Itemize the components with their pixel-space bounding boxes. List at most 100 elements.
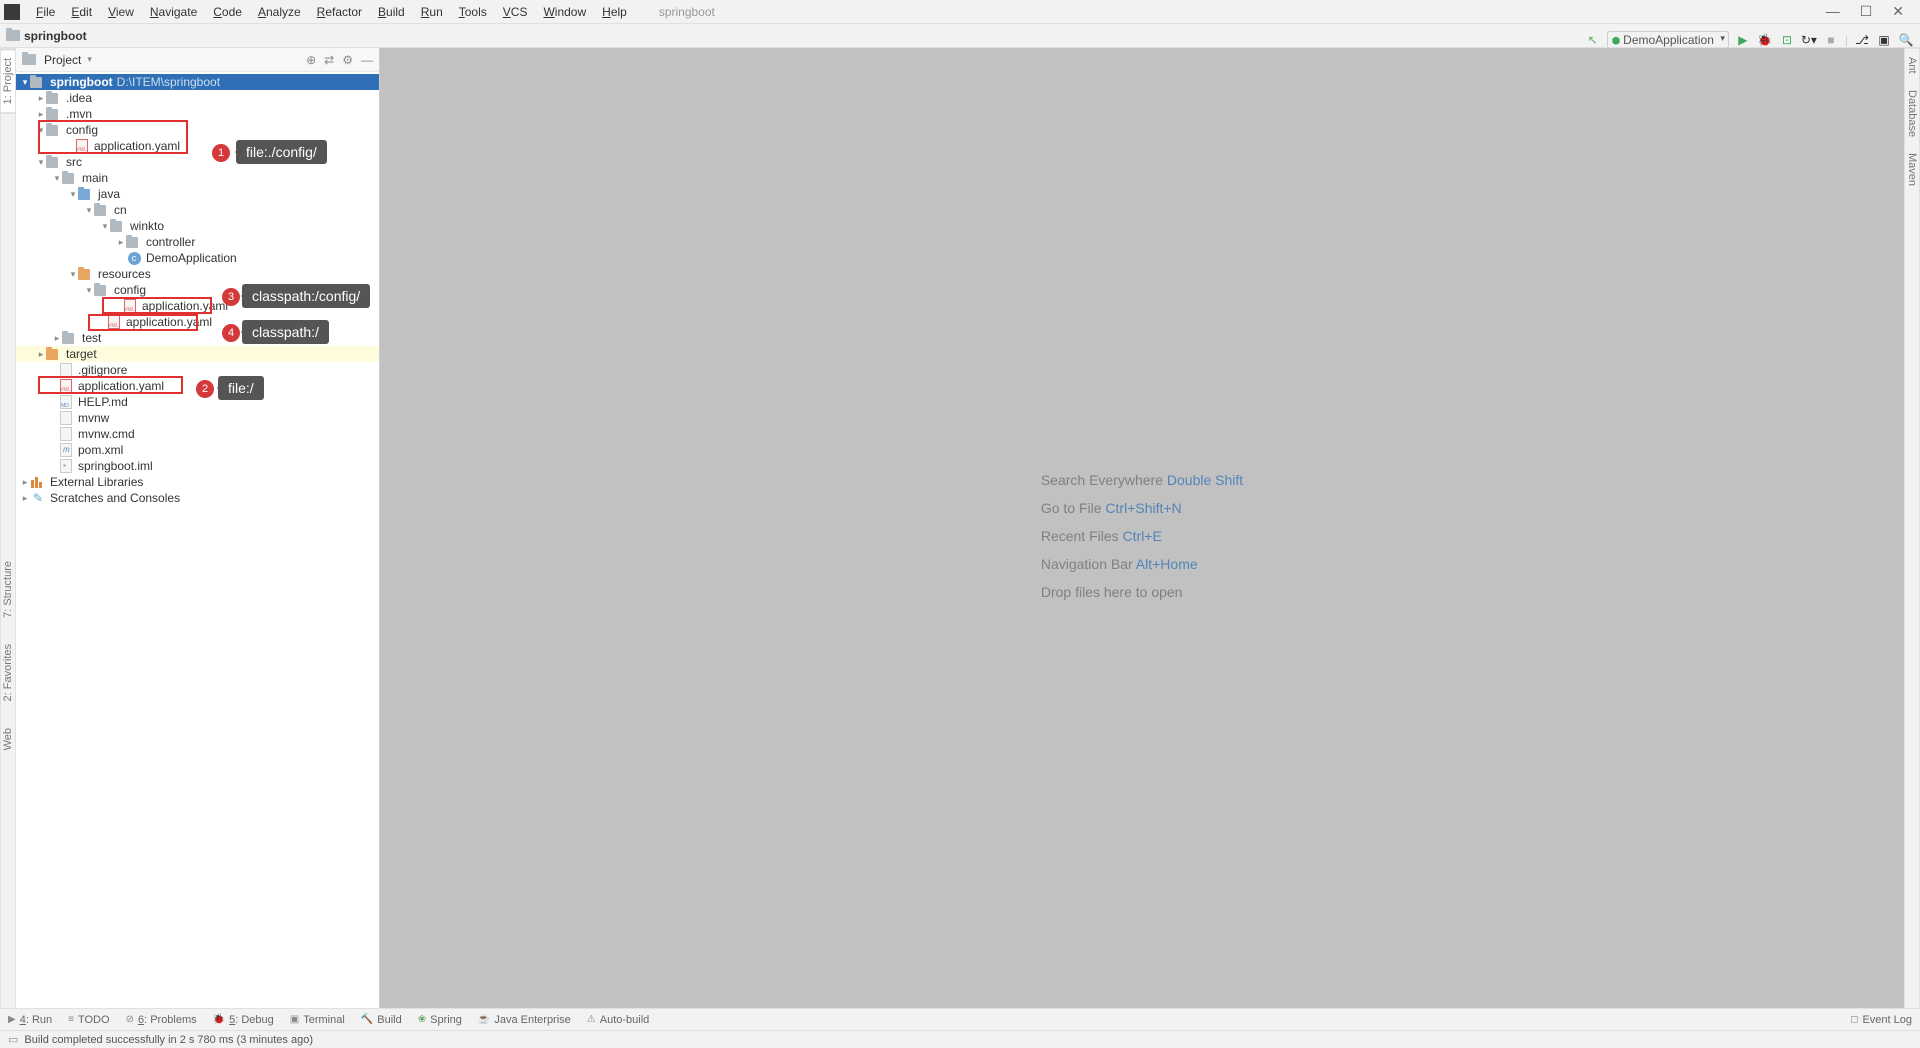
tree-scratches[interactable]: ✎Scratches and Consoles	[16, 490, 379, 506]
menu-help[interactable]: Help	[594, 3, 635, 21]
run-icon[interactable]: ▶	[1735, 32, 1751, 48]
folder-icon	[6, 30, 20, 41]
profile-icon[interactable]: ↻▾	[1801, 32, 1817, 48]
root-path: D:\ITEM\springboot	[117, 75, 220, 89]
annotation-label-2: file:/	[218, 376, 264, 400]
scratch-icon: ✎	[30, 491, 46, 505]
welcome-drop: Drop files here to open	[1041, 578, 1243, 606]
tree-node-controller[interactable]: controller	[16, 234, 379, 250]
menu-edit[interactable]: Edit	[63, 3, 100, 21]
yaml-icon	[124, 299, 136, 313]
menu-build[interactable]: Build	[370, 3, 413, 21]
tree-node-target[interactable]: target	[16, 346, 379, 362]
tab-problems[interactable]: ⊘6: Problems	[126, 1014, 197, 1026]
hide-icon[interactable]: —	[361, 53, 373, 67]
locate-icon[interactable]: ⊕	[306, 53, 316, 67]
debug-icon[interactable]: 🐞	[1757, 32, 1773, 48]
annotation-label-1: file:./config/	[236, 140, 327, 164]
tree-root[interactable]: springboot D:\ITEM\springboot	[16, 74, 379, 90]
maven-icon	[60, 443, 72, 457]
tree-node-mvn[interactable]: .mvn	[16, 106, 379, 122]
package-icon	[110, 221, 122, 232]
tab-todo[interactable]: ≡TODO	[68, 1014, 109, 1026]
status-icon[interactable]: ▭	[8, 1033, 18, 1046]
breadcrumb-project[interactable]: springboot	[24, 29, 87, 43]
tab-event-log[interactable]: ◻Event Log	[1850, 1014, 1912, 1026]
coverage-icon[interactable]: ⊡	[1779, 32, 1795, 48]
event-log-icon: ◻	[1850, 1014, 1858, 1025]
left-tool-strip: 1: Project 7: Structure 2: Favorites Web	[0, 48, 16, 1024]
back-icon[interactable]: ↖	[1585, 32, 1601, 48]
maximize-icon[interactable]: ☐	[1860, 3, 1873, 20]
menu-view[interactable]: View	[100, 3, 142, 21]
project-tree[interactable]: springbootD:\ITEM\springboot .idea .mvn …	[16, 72, 379, 1024]
tree-node-mvnw[interactable]: mvnw	[16, 410, 379, 426]
menu-file[interactable]: File	[28, 3, 63, 21]
tree-node-cn[interactable]: cn	[16, 202, 379, 218]
search-icon[interactable]: 🔍	[1898, 32, 1914, 48]
minimize-icon[interactable]: —	[1826, 3, 1840, 20]
menu-vcs[interactable]: VCS	[495, 3, 536, 21]
project-tool-tab[interactable]: 1: Project	[1, 49, 15, 113]
stop-icon[interactable]: ■	[1823, 32, 1839, 48]
structure-tool-tab[interactable]: 7: Structure	[1, 553, 15, 626]
menu-refactor[interactable]: Refactor	[309, 3, 370, 21]
database-tool-tab[interactable]: Database	[1905, 82, 1919, 145]
tab-spring[interactable]: ❀Spring	[418, 1014, 462, 1026]
tree-node-idea[interactable]: .idea	[16, 90, 379, 106]
gear-icon[interactable]: ⚙	[342, 53, 353, 67]
tree-node-iml[interactable]: springboot.iml	[16, 458, 379, 474]
tab-autobuild[interactable]: ⚠Auto-build	[587, 1014, 650, 1026]
folder-icon	[62, 173, 74, 184]
folder-icon	[46, 125, 58, 136]
welcome-search: Search Everywhere	[1041, 472, 1167, 488]
tree-node-pom[interactable]: pom.xml	[16, 442, 379, 458]
menu-navigate[interactable]: Navigate	[142, 3, 205, 21]
menu-tools[interactable]: Tools	[451, 3, 495, 21]
todo-icon: ≡	[68, 1014, 74, 1025]
menu-analyze[interactable]: Analyze	[250, 3, 309, 21]
tree-node-main[interactable]: main	[16, 170, 379, 186]
tree-node-winkto[interactable]: winkto	[16, 218, 379, 234]
spring-icon: ❀	[418, 1014, 426, 1025]
tab-build[interactable]: 🔨Build	[361, 1014, 402, 1026]
tree-node-java[interactable]: java	[16, 186, 379, 202]
file-icon	[60, 427, 72, 441]
tree-node-resources[interactable]: resources	[16, 266, 379, 282]
class-icon: c	[128, 252, 141, 265]
menu-window[interactable]: Window	[535, 3, 594, 21]
tree-node-mvnwcmd[interactable]: mvnw.cmd	[16, 426, 379, 442]
layout-icon[interactable]: ▣	[1876, 32, 1892, 48]
expand-icon[interactable]: ⇄	[324, 53, 334, 67]
tree-node-config[interactable]: config	[16, 122, 379, 138]
favorites-tool-tab[interactable]: 2: Favorites	[1, 636, 15, 709]
folder-icon	[62, 333, 74, 344]
right-tool-strip: Ant Database Maven	[1904, 48, 1920, 1024]
ant-tool-tab[interactable]: Ant	[1905, 49, 1919, 82]
problems-icon: ⊘	[126, 1014, 134, 1025]
tab-debug[interactable]: 🐞5: Debug	[213, 1014, 274, 1026]
tree-node-helpmd[interactable]: HELP.md	[16, 394, 379, 410]
root-name: springboot	[50, 75, 113, 89]
project-panel-title[interactable]: Project ▾	[22, 53, 92, 67]
folder-icon	[30, 77, 42, 88]
tree-node-demoapp[interactable]: cDemoApplication	[16, 250, 379, 266]
maven-tool-tab[interactable]: Maven	[1905, 145, 1919, 194]
folder-icon	[46, 157, 58, 168]
tree-external-libs[interactable]: External Libraries	[16, 474, 379, 490]
menu-run[interactable]: Run	[413, 3, 451, 21]
yaml-icon	[108, 315, 120, 329]
tab-javaee[interactable]: ☕Java Enterprise	[478, 1014, 571, 1026]
tree-node-gitignore[interactable]: .gitignore	[16, 362, 379, 378]
main: Project ▾ ⊕ ⇄ ⚙ — springboot D:\ITEM\spri…	[16, 48, 1904, 1024]
menu-code[interactable]: Code	[205, 3, 250, 21]
tab-terminal[interactable]: ▣Terminal	[290, 1014, 345, 1026]
git-icon[interactable]: ⎇	[1854, 32, 1870, 48]
close-icon[interactable]: ✕	[1892, 3, 1904, 20]
web-tool-tab[interactable]: Web	[1, 720, 15, 758]
project-panel: Project ▾ ⊕ ⇄ ⚙ — springboot D:\ITEM\spri…	[16, 48, 380, 1024]
tab-run[interactable]: ▶4: 4: RunRun	[8, 1014, 52, 1026]
run-config-dropdown[interactable]: ⬢ DemoApplication	[1607, 31, 1729, 49]
editor-area[interactable]: Search Everywhere Double Shift Go to Fil…	[380, 48, 1904, 1024]
annotation-badge-1: 1	[212, 144, 230, 162]
